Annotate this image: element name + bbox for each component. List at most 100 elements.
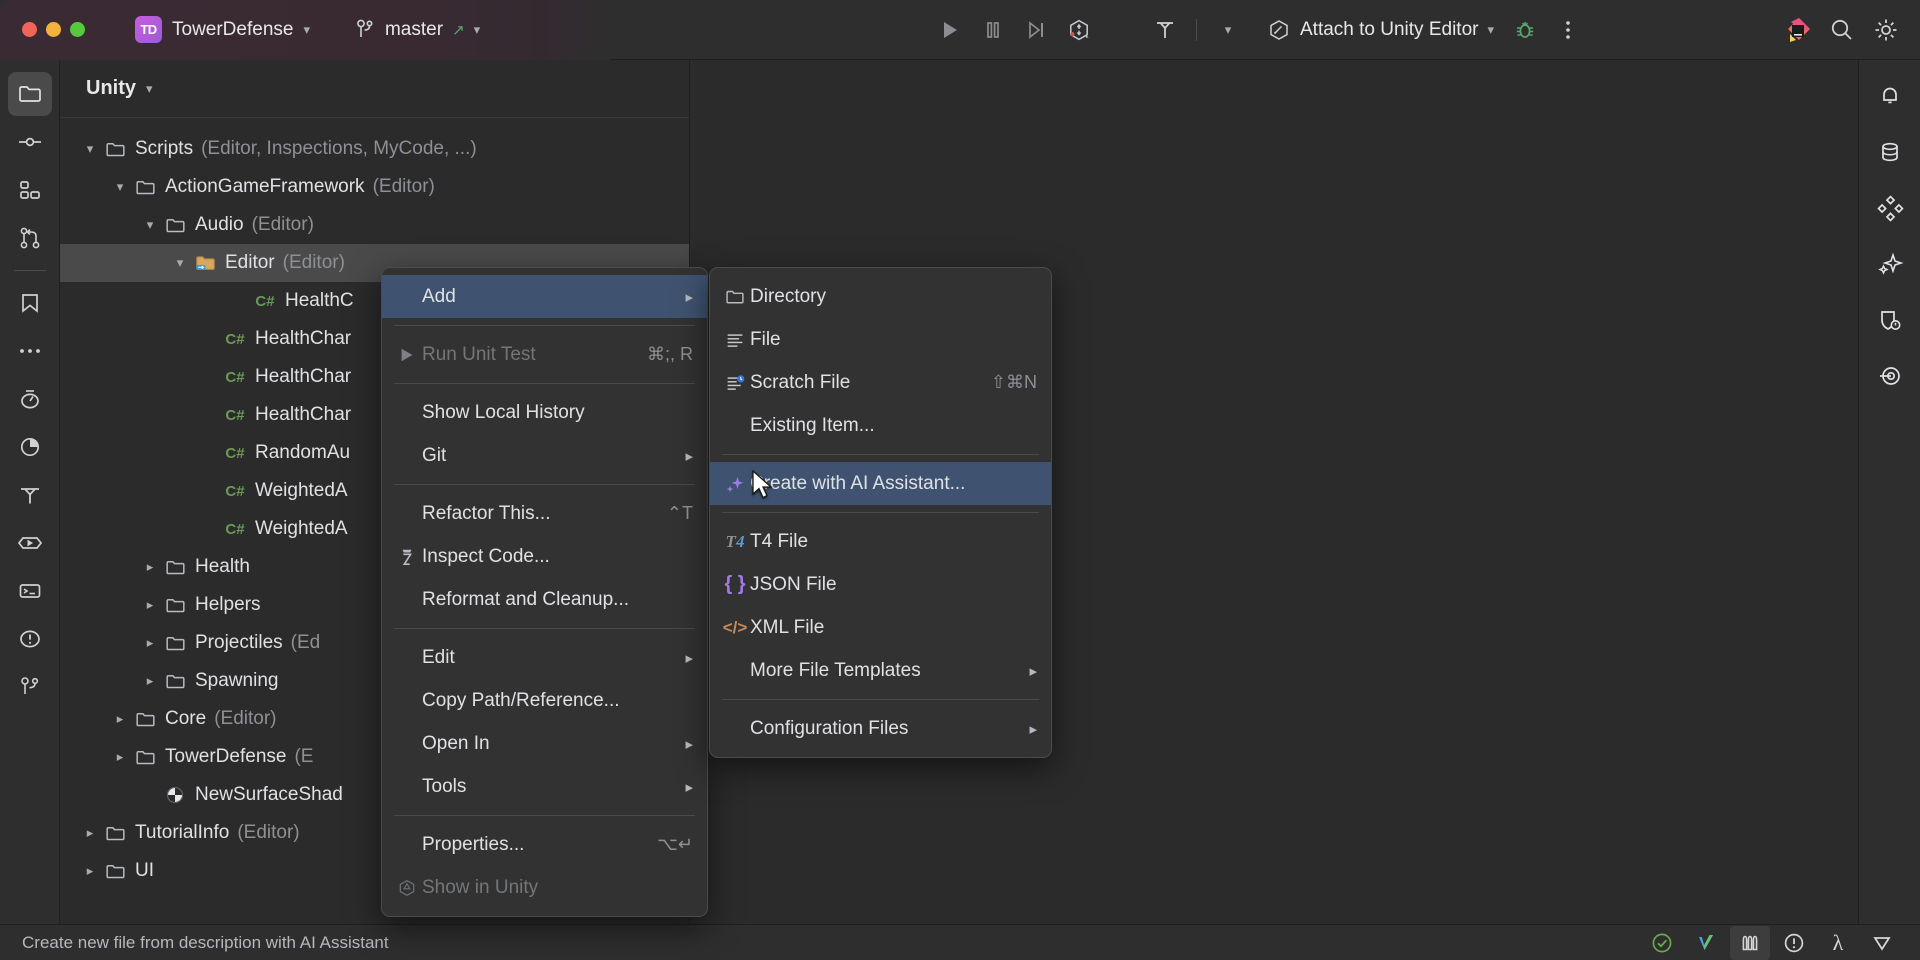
folder-icon	[105, 139, 126, 160]
tree-row[interactable]: ▾Scripts(Editor, Inspections, MyCode, ..…	[60, 130, 689, 168]
file-context-menu[interactable]: Add▸Run Unit Test⌘;, RShow Local History…	[381, 267, 708, 917]
step-over-button[interactable]	[1016, 11, 1056, 49]
sidebar-item-bookmarks[interactable]	[8, 281, 52, 325]
chevron-right-icon[interactable]: ▸	[108, 711, 132, 727]
search-button[interactable]	[1822, 11, 1862, 49]
sidebar-item-version-control[interactable]	[8, 665, 52, 709]
tree-row[interactable]: ▾Audio(Editor)	[60, 206, 689, 244]
sidebar-item-more-tool-windows[interactable]	[8, 329, 52, 373]
menu-item-properties[interactable]: Properties...⌥↵	[382, 823, 707, 866]
chevron-right-icon[interactable]: ▸	[108, 749, 132, 765]
add-submenu[interactable]: DirectoryFileScratch File⇧⌘NExisting Ite…	[709, 267, 1052, 758]
tree-row-label: HealthChar	[255, 366, 351, 388]
chevron-right-icon[interactable]: ▸	[138, 559, 162, 575]
warning-circle-icon	[17, 626, 43, 652]
settings-button[interactable]	[1866, 11, 1906, 49]
sidebar-item-profiler[interactable]	[8, 377, 52, 421]
minimize-window-button[interactable]	[46, 22, 61, 37]
sidebar-item-terminal[interactable]	[8, 569, 52, 613]
chevron-down-icon[interactable]: ▾	[138, 217, 162, 233]
menu-item-edit[interactable]: Edit▸	[382, 636, 707, 679]
project-view-selector[interactable]: Unity ▾	[60, 60, 689, 118]
menu-item-existing-item[interactable]: Existing Item...	[710, 404, 1051, 447]
pause-button[interactable]	[973, 11, 1013, 49]
menu-item-more-file-templates[interactable]: More File Templates▸	[710, 649, 1051, 692]
menu-item-file[interactable]: File	[710, 318, 1051, 361]
chevron-right-icon[interactable]: ▸	[78, 863, 102, 879]
tree-row-scope: (Editor)	[283, 252, 345, 274]
sidebar-item-build[interactable]	[8, 473, 52, 517]
status-icon-filter[interactable]	[1862, 926, 1902, 960]
menu-item-show-local-history[interactable]: Show Local History	[382, 391, 707, 434]
chevron-down-icon[interactable]: ▾	[168, 255, 192, 271]
menu-item-add[interactable]: Add▸	[382, 275, 707, 318]
debug-button[interactable]	[1505, 11, 1545, 49]
build-dropdown-button[interactable]: ▾	[1208, 11, 1248, 49]
sidebar-item-ai-assistant[interactable]	[1868, 242, 1912, 286]
chevron-right-icon[interactable]: ▸	[138, 673, 162, 689]
menu-item-configuration-files[interactable]: Configuration Files▸	[710, 707, 1051, 750]
chevron-right-icon[interactable]: ▸	[78, 825, 102, 841]
status-icon-problems[interactable]	[1774, 926, 1814, 960]
menu-item-t4-file[interactable]: T4T4 File	[710, 520, 1051, 563]
status-icon-unity-tests[interactable]	[1730, 926, 1770, 960]
build-hammer-button[interactable]	[1145, 11, 1185, 49]
sidebar-item-notifications[interactable]	[1868, 74, 1912, 118]
status-icon-inspections-ok[interactable]	[1642, 926, 1682, 960]
sidebar-item-plugins[interactable]	[1868, 186, 1912, 230]
project-badge: TD	[135, 16, 162, 43]
ide-window: TD TowerDefense ▾ master ↗ ▾	[0, 0, 1920, 960]
menu-item-git[interactable]: Git▸	[382, 434, 707, 477]
more-options-button[interactable]	[1548, 11, 1588, 49]
file-icon	[725, 331, 745, 349]
menu-item-label: Refactor This...	[422, 503, 653, 525]
sidebar-item-run[interactable]	[8, 521, 52, 565]
sidebar-item-commit[interactable]	[8, 120, 52, 164]
ai-assistant-button[interactable]	[1778, 11, 1818, 49]
menu-item-json-file[interactable]: { }JSON File	[710, 563, 1051, 606]
menu-item-create-with-ai-assistant[interactable]: Create with AI Assistant...	[710, 462, 1051, 505]
columns-icon	[1738, 931, 1762, 955]
menu-item-xml-file[interactable]: </>XML File	[710, 606, 1051, 649]
menu-item-label: Create with AI Assistant...	[750, 473, 1037, 495]
menu-item-scratch-file[interactable]: Scratch File⇧⌘N	[710, 361, 1051, 404]
menu-item-reformat-and-cleanup[interactable]: Reformat and Cleanup...	[382, 578, 707, 621]
sidebar-item-unity-explorer[interactable]	[1868, 354, 1912, 398]
branch-selector[interactable]: master ↗ ▾	[354, 18, 480, 42]
unity-refresh-button[interactable]	[1059, 11, 1099, 49]
pie-chart-icon	[17, 434, 43, 460]
menu-item-inspect-code[interactable]: Inspect Code...	[382, 535, 707, 578]
run-play-icon	[16, 530, 44, 556]
chevron-down-icon[interactable]: ▾	[78, 141, 102, 157]
sidebar-item-pull-requests[interactable]	[8, 216, 52, 260]
chevron-right-icon[interactable]: ▸	[138, 597, 162, 613]
sidebar-item-database[interactable]	[1868, 130, 1912, 174]
maximize-window-button[interactable]	[70, 22, 85, 37]
tree-row-icon: C#	[222, 483, 248, 500]
menu-item-open-in[interactable]: Open In▸	[382, 722, 707, 765]
run-configuration-selector[interactable]: Attach to Unity Editor ▾	[1259, 13, 1502, 47]
status-icon-code-vision[interactable]	[1686, 926, 1726, 960]
menu-item-label: T4 File	[750, 531, 1037, 553]
chevron-down-icon[interactable]: ▾	[108, 179, 132, 195]
run-button[interactable]	[930, 11, 970, 49]
project-selector[interactable]: TD TowerDefense ▾	[135, 16, 310, 43]
csharp-file-icon: C#	[225, 521, 244, 538]
sidebar-item-problems[interactable]	[8, 617, 52, 661]
sidebar-item-structure[interactable]	[8, 168, 52, 212]
sidebar-item-project-view[interactable]	[8, 72, 52, 116]
menu-item-tools[interactable]: Tools▸	[382, 765, 707, 808]
check-circle-icon	[1650, 931, 1674, 955]
status-icon-lambda[interactable]: λ	[1818, 926, 1858, 960]
menu-item-directory[interactable]: Directory	[710, 275, 1051, 318]
menu-item-copy-path-reference[interactable]: Copy Path/Reference...	[382, 679, 707, 722]
sidebar-item-coverage[interactable]	[8, 425, 52, 469]
tree-row-label: HealthChar	[255, 404, 351, 426]
tree-row[interactable]: ▾ActionGameFramework(Editor)	[60, 168, 689, 206]
chevron-right-icon[interactable]: ▸	[138, 635, 162, 651]
menu-item-refactor-this[interactable]: Refactor This...⌃T	[382, 492, 707, 535]
window-controls[interactable]	[22, 22, 85, 37]
close-window-button[interactable]	[22, 22, 37, 37]
sidebar-item-security-analysis[interactable]	[1868, 298, 1912, 342]
menu-separator	[722, 699, 1039, 700]
